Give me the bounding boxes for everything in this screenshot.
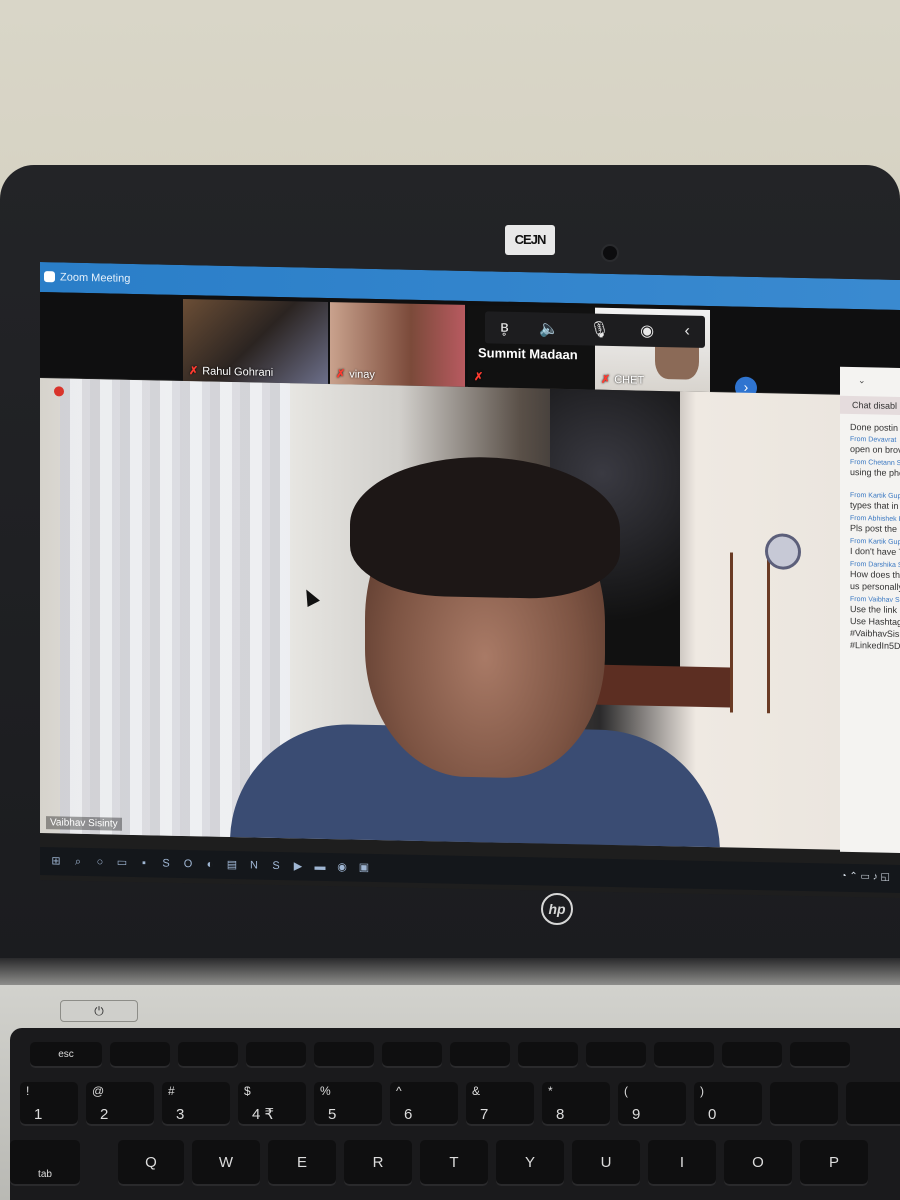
key-1[interactable]: ! 1 — [20, 1082, 78, 1126]
window-title: Zoom Meeting — [60, 271, 131, 285]
key-i[interactable]: I — [648, 1140, 716, 1186]
chat-message: From Devavrat open on brov — [850, 435, 900, 456]
recording-indicator-icon — [54, 386, 64, 397]
key-e[interactable]: E — [268, 1140, 336, 1186]
key-9[interactable]: (9 — [618, 1082, 686, 1126]
participant-name: Rahul Gohrani — [202, 365, 274, 379]
participant-name: Summit Madaan — [478, 345, 578, 363]
key-w[interactable]: W — [192, 1140, 260, 1186]
app-icon[interactable]: ▤ — [224, 857, 240, 873]
power-button[interactable]: ⏻ — [60, 1000, 138, 1022]
system-tray: ◔ ⌃ ▭ ♪ ◱ — [840, 870, 890, 883]
key-y[interactable]: Y — [496, 1140, 564, 1186]
mic-muted-icon: ✗ — [189, 365, 199, 378]
chat-message: From Abhishek Pan Pls post the hash — [850, 514, 900, 534]
key-u[interactable]: U — [572, 1140, 640, 1186]
chat-message: From Chetann S using the pho — [850, 458, 900, 479]
key-minus[interactable] — [770, 1082, 838, 1126]
key-6[interactable]: ^ 6 — [390, 1082, 458, 1126]
chat-message: From Kartik Gupta / I don't have Twitte — [850, 537, 900, 558]
app-icon[interactable]: ◐ — [202, 856, 218, 872]
webcam-icon — [603, 246, 617, 260]
participant-tile[interactable]: ✗ Rahul Gohrani — [183, 298, 328, 385]
zoom-taskbar-icon[interactable]: ▣ — [356, 860, 372, 876]
view-options-icon[interactable]: ʙ̥ — [500, 319, 509, 337]
key-r[interactable]: R — [344, 1140, 412, 1186]
function-key[interactable] — [518, 1042, 578, 1068]
function-key[interactable] — [790, 1042, 850, 1068]
function-key[interactable] — [246, 1042, 306, 1068]
skype-icon[interactable]: S — [268, 858, 284, 874]
recording-icon[interactable]: ◉ — [640, 321, 654, 341]
key-0[interactable]: ) 0 — [694, 1082, 762, 1126]
mic-muted-icon: ✗ — [601, 373, 611, 386]
cortana-icon[interactable]: ○ — [92, 854, 108, 870]
onenote-icon[interactable]: N — [246, 857, 262, 873]
key-q[interactable]: Q — [118, 1140, 184, 1186]
chrome-icon[interactable]: ◉ — [334, 859, 350, 875]
camera-badge: CEJN — [505, 225, 555, 255]
participant-name: CHET — [614, 374, 645, 387]
key-8[interactable]: * 8 — [542, 1082, 610, 1126]
windows-start-icon[interactable]: ⊞ — [48, 853, 64, 869]
key-5[interactable]: % 5 — [314, 1082, 382, 1126]
laptop-screen: Zoom Meeting ✗ Rahul Gohrani ✗ vinay Summi… — [40, 262, 900, 899]
tab-key[interactable]: tab — [10, 1140, 80, 1186]
zoom-taskbar-icon[interactable]: ▶ — [290, 858, 306, 874]
floating-controls: ʙ̥ 🔈 🎙 ◉ ‹ — [485, 311, 705, 348]
chat-panel: ⌄ Chat disabl Done postin From Devavrat … — [840, 366, 900, 854]
chevron-down-icon[interactable]: ⌄ — [840, 367, 900, 387]
outlook-icon[interactable]: O — [180, 856, 196, 872]
participant-tile[interactable]: ✗ vinay — [330, 302, 465, 387]
esc-key[interactable]: esc — [30, 1042, 102, 1068]
key-7[interactable]: & 7 — [466, 1082, 534, 1126]
chat-message: From Darshika Singh How does this trenc … — [850, 560, 900, 593]
function-key[interactable] — [586, 1042, 646, 1068]
collapse-button[interactable]: ‹ — [684, 322, 689, 340]
key-3[interactable]: #3 — [162, 1082, 230, 1126]
search-icon[interactable]: ⌕ — [70, 854, 86, 870]
function-key[interactable] — [314, 1042, 374, 1068]
chat-message: Done postin — [850, 421, 899, 433]
mouse-cursor-icon — [300, 586, 320, 607]
active-speaker-video: Vaibhav Sisinty — [40, 378, 840, 850]
chat-message: From Kartik Gupta types that in CH — [850, 491, 900, 511]
participant-name: vinay — [349, 368, 375, 382]
key-2[interactable]: @2 — [86, 1082, 154, 1126]
key-t[interactable]: T — [420, 1140, 488, 1186]
key-equals[interactable] — [846, 1082, 900, 1126]
hp-logo: hp — [541, 893, 573, 925]
active-speaker-name: Vaibhav Sisinty — [46, 816, 122, 831]
zoom-app-icon — [44, 271, 55, 283]
key-p[interactable]: P — [800, 1140, 868, 1186]
key-o[interactable]: O — [724, 1140, 792, 1186]
function-key[interactable] — [450, 1042, 510, 1068]
function-key[interactable] — [110, 1042, 170, 1068]
mic-muted-icon: ✗ — [474, 371, 484, 384]
function-key[interactable] — [382, 1042, 442, 1068]
sticky-notes-icon[interactable]: ▪ — [136, 855, 152, 871]
speaker-icon[interactable]: 🔈 — [539, 318, 559, 338]
mic-muted-icon: ✗ — [336, 368, 346, 381]
chat-disabled-banner: Chat disabl — [840, 395, 900, 416]
key-4[interactable]: $4 ₹ — [238, 1082, 306, 1126]
keyboard: esc ! 1 @2 #3 $4 ₹ % 5 ^ 6 & 7 * 8 (9 ) 0 tab … — [10, 1028, 900, 1200]
function-key[interactable] — [722, 1042, 782, 1068]
function-key[interactable] — [654, 1042, 714, 1068]
function-key[interactable] — [178, 1042, 238, 1068]
microphone-icon[interactable]: 🎙 — [589, 320, 609, 340]
skype-icon[interactable]: S — [158, 855, 174, 871]
task-view-icon[interactable]: ▭ — [114, 855, 130, 871]
chat-message: From Vaibhav Sisinty to Use the link in … — [850, 595, 900, 652]
app-icon[interactable]: ▬ — [312, 859, 328, 875]
